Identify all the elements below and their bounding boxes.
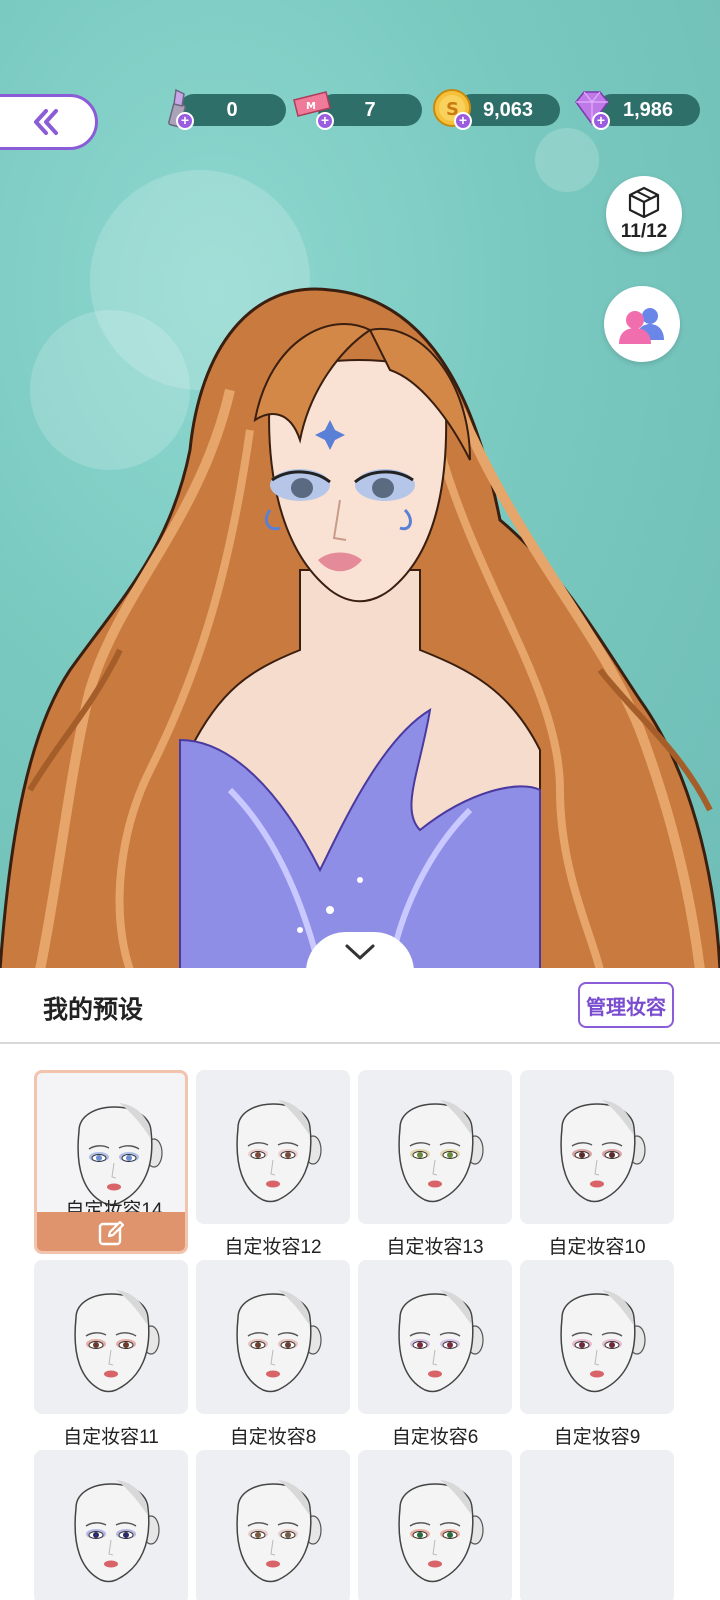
- preset-thumbnail[interactable]: [196, 1070, 350, 1224]
- preset-label: 自定妆容11: [63, 1427, 159, 1448]
- preset-thumbnail[interactable]: [358, 1450, 512, 1600]
- wardrobe-count: 11/12: [620, 221, 668, 242]
- preset-thumbnail[interactable]: 自定妆容14: [34, 1070, 188, 1254]
- chevron-down-icon: [345, 944, 375, 960]
- head-model-icon: [77, 1103, 163, 1206]
- preset-card[interactable]: 自定妆容6: [358, 1260, 512, 1449]
- head-model-icon: [398, 1480, 484, 1583]
- edit-preset-button[interactable]: [37, 1212, 185, 1251]
- preset-label: 自定妆容8: [229, 1427, 317, 1448]
- preset-card-empty[interactable]: [520, 1450, 674, 1600]
- preset-thumbnail[interactable]: [34, 1260, 188, 1414]
- head-model-icon: [74, 1480, 160, 1583]
- preset-card[interactable]: 自定妆容12: [196, 1070, 350, 1259]
- preset-thumbnail[interactable]: [520, 1070, 674, 1224]
- preset-card[interactable]: 自定妆容10: [520, 1070, 674, 1259]
- manage-makeup-button[interactable]: 管理妆容: [578, 982, 674, 1028]
- preset-thumbnail[interactable]: [34, 1450, 188, 1600]
- preset-card[interactable]: 自定妆容9: [520, 1260, 674, 1449]
- preset-thumbnail[interactable]: [196, 1450, 350, 1600]
- divider: [0, 1042, 720, 1044]
- diamond-count: 1,986: [622, 98, 674, 121]
- head-model-icon: [560, 1290, 646, 1393]
- bokeh-light: [535, 128, 599, 192]
- head-model-icon: [74, 1290, 160, 1393]
- double-chevron-left-icon: [34, 109, 58, 135]
- head-model-icon: [236, 1100, 322, 1203]
- preset-card[interactable]: [196, 1450, 350, 1600]
- preset-card[interactable]: 自定妆容13: [358, 1070, 512, 1259]
- preset-label: 自定妆容10: [548, 1237, 646, 1258]
- back-button[interactable]: [0, 94, 98, 150]
- add-gold-button[interactable]: +: [454, 112, 472, 130]
- preset-thumbnail[interactable]: [520, 1260, 674, 1414]
- preset-card[interactable]: [34, 1450, 188, 1600]
- head-model-icon: [398, 1290, 484, 1393]
- preset-thumbnail[interactable]: [196, 1260, 350, 1414]
- makeup-preset-panel: 我的预设 管理妆容 自定妆容14 自定妆容12 自定妆容13 自定妆容10 自定…: [0, 968, 720, 1600]
- friends-icon: [619, 308, 664, 344]
- preset-label: 自定妆容12: [224, 1237, 322, 1258]
- preset-label: 自定妆容13: [386, 1237, 484, 1258]
- character-illustration: [0, 287, 720, 968]
- head-model-icon: [236, 1290, 322, 1393]
- preset-thumbnail[interactable]: [358, 1070, 512, 1224]
- box-icon: [628, 186, 660, 219]
- wardrobe-box-button[interactable]: 11/12: [606, 176, 682, 252]
- ticket-count: 7: [364, 98, 376, 121]
- preset-thumbnail[interactable]: [358, 1260, 512, 1414]
- add-lipstick-button[interactable]: +: [176, 112, 194, 130]
- friends-button[interactable]: [604, 286, 680, 362]
- preset-card[interactable]: 自定妆容8: [196, 1260, 350, 1449]
- lipstick-count: 0: [226, 98, 238, 121]
- edit-icon: [98, 1220, 125, 1246]
- preset-card[interactable]: 自定妆容14: [34, 1070, 188, 1254]
- preset-card[interactable]: 自定妆容11: [34, 1260, 188, 1449]
- svg-text:M: M: [306, 101, 316, 112]
- panel-title: 我的预设: [43, 996, 144, 1024]
- preset-card[interactable]: [358, 1450, 512, 1600]
- head-model-icon: [236, 1480, 322, 1583]
- preset-label: 自定妆容6: [391, 1427, 479, 1448]
- gold-count: 9,063: [482, 98, 534, 121]
- head-model-icon: [560, 1100, 646, 1203]
- preset-label: 自定妆容9: [553, 1427, 641, 1448]
- add-diamond-button[interactable]: +: [592, 112, 610, 130]
- preset-thumbnail[interactable]: [520, 1450, 674, 1600]
- head-model-icon: [398, 1100, 484, 1203]
- add-ticket-button[interactable]: +: [316, 112, 334, 130]
- character-preview: 0 + 7 M + 9,063 S + 1,986 + 11/12: [0, 0, 720, 968]
